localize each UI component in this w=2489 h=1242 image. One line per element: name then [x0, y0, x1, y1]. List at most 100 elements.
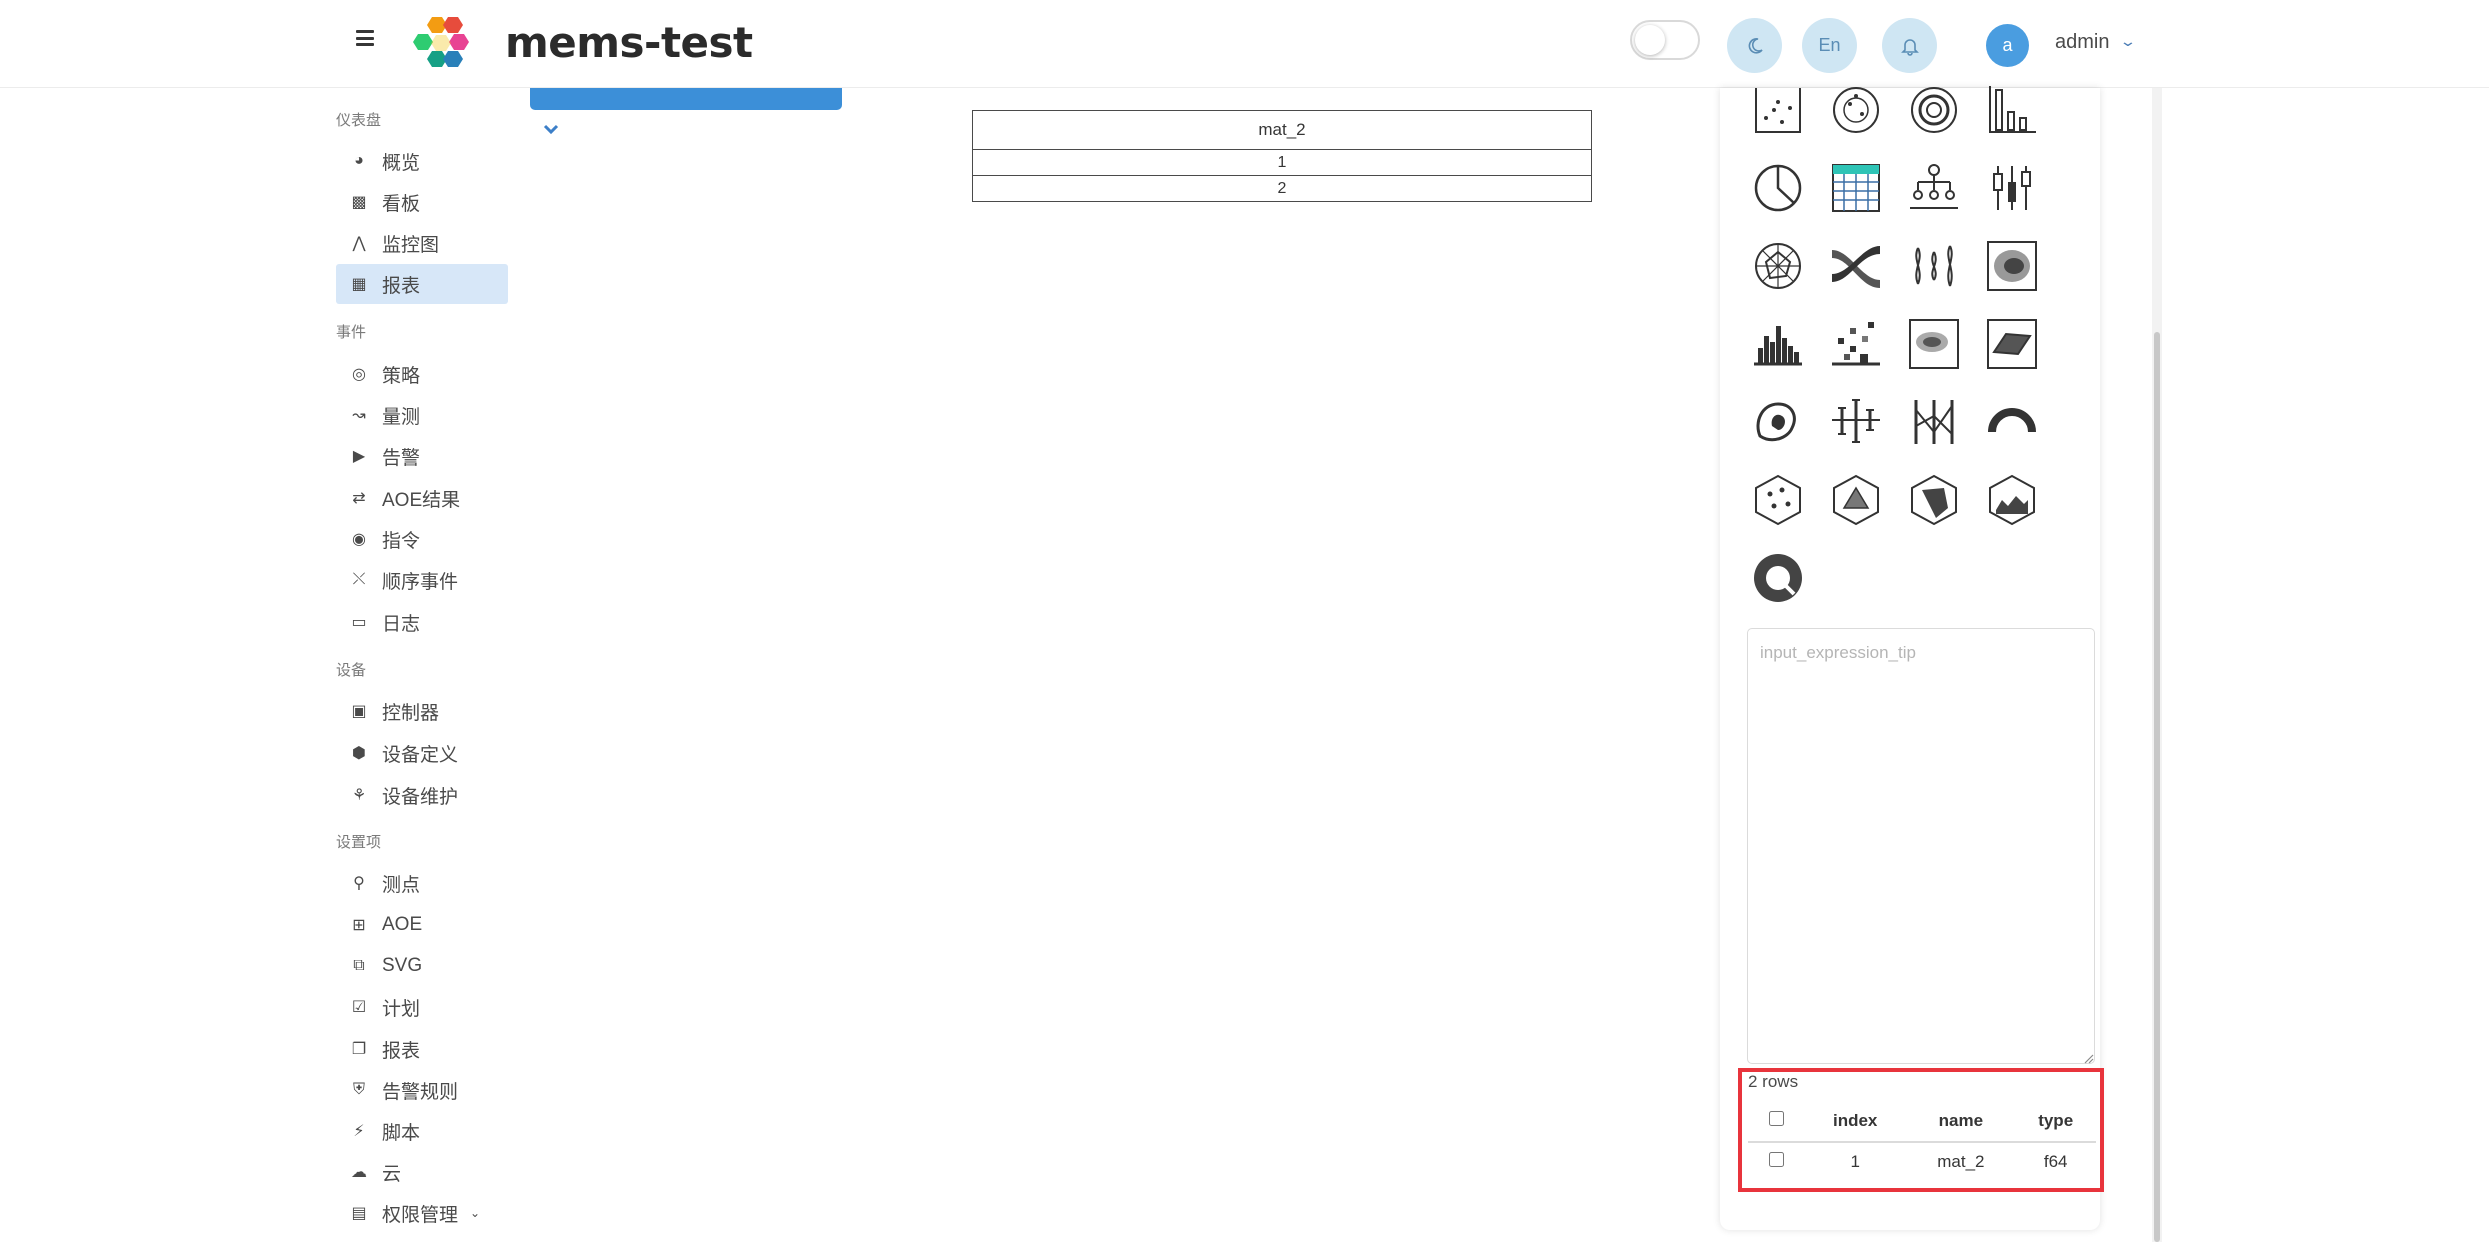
- radial-bar-icon[interactable]: [1908, 86, 1960, 138]
- candlestick-chart-icon[interactable]: [1986, 162, 2038, 214]
- violin-chart-icon[interactable]: [1908, 240, 1960, 292]
- notifications-button[interactable]: [1882, 18, 1937, 73]
- sidebar-item-monitor[interactable]: ⋀ 监控图: [336, 223, 508, 263]
- cell-index: 1: [1850, 1151, 1860, 1171]
- clone-icon: ⧉: [353, 957, 365, 974]
- tree-chart-icon[interactable]: [1908, 162, 1960, 214]
- sidebar-item-svg[interactable]: ⧉ SVG: [336, 946, 508, 986]
- table-cell: 2: [972, 175, 1592, 202]
- density-heatmap-icon[interactable]: [1986, 240, 2038, 292]
- 3d-surface-icon[interactable]: [1986, 474, 2038, 526]
- sidebar-item-label: 报表: [382, 275, 421, 297]
- row-checkbox[interactable]: [1768, 1151, 1784, 1167]
- sidebar-item-report-settings[interactable]: ❐ 报表: [336, 1029, 508, 1069]
- custom-query-icon[interactable]: [1752, 552, 1804, 604]
- radar-chart-icon[interactable]: [1752, 240, 1804, 292]
- dark-mode-button[interactable]: [1727, 18, 1782, 73]
- id-card-icon: ▤: [351, 1205, 367, 1222]
- sidebar-item-device-maintenance[interactable]: ⚘ 设备维护: [336, 775, 508, 815]
- error-bar-icon[interactable]: [1830, 396, 1882, 448]
- column-header-type[interactable]: type: [2015, 1100, 2096, 1143]
- bullhorn-icon: ▶: [352, 448, 366, 465]
- sidebar-item-board[interactable]: ▩ 看板: [336, 182, 508, 222]
- pie-chart-icon[interactable]: [1752, 162, 1804, 214]
- sidebar-item-permissions[interactable]: ▤ 权限管理 ⌄: [336, 1193, 508, 1233]
- sidebar-item-overview[interactable]: ◕ 概览: [336, 141, 508, 181]
- sitemap-icon: ⋀: [352, 235, 366, 252]
- retweet-icon: ⇄: [352, 490, 366, 507]
- sidebar-item-report[interactable]: ▦ 报表: [336, 264, 508, 304]
- sidebar-section-dashboard: 仪表盘: [336, 112, 382, 129]
- sankey-chart-icon[interactable]: [1830, 240, 1882, 292]
- cloud-icon: ☁: [351, 1164, 367, 1181]
- sidebar-item-points[interactable]: ⚲ 测点: [336, 863, 508, 903]
- app-title: mems-test: [505, 18, 753, 67]
- sidebar-item-cloud[interactable]: ☁ 云: [336, 1152, 508, 1192]
- sidebar-item-command[interactable]: ◉ 指令: [336, 519, 508, 559]
- user-menu[interactable]: admin: [2055, 31, 2109, 54]
- chevron-down-icon[interactable]: ⌄: [2119, 33, 2137, 50]
- table-chart-icon[interactable]: [1830, 162, 1882, 214]
- column-header-index[interactable]: index: [1804, 1100, 1907, 1143]
- sidebar-item-label: 日志: [382, 613, 421, 635]
- gauge-chart-icon[interactable]: [1986, 396, 2038, 448]
- sidebar-item-label: 顺序事件: [382, 571, 459, 593]
- network-icon: ⊞: [352, 917, 366, 934]
- table-row: 2: [972, 175, 1592, 202]
- blob-map-icon[interactable]: [1752, 396, 1804, 448]
- parallel-coordinates-icon[interactable]: [1908, 396, 1960, 448]
- sidebar-item-aoe[interactable]: ⊞ AOE: [336, 905, 508, 945]
- sidebar-item-alarm-rules[interactable]: ⛨ 告警规则: [336, 1070, 508, 1110]
- sidebar-item-label: 测点: [382, 874, 421, 896]
- heatmap-grid-icon[interactable]: [1830, 318, 1882, 370]
- language-button[interactable]: En: [1802, 18, 1857, 73]
- polar-scatter-icon[interactable]: [1830, 86, 1882, 138]
- sidebar-item-script[interactable]: ⚡ 脚本: [336, 1111, 508, 1151]
- sidebar-item-alarm[interactable]: ▶ 告警: [336, 436, 508, 476]
- line-chart-icon: ↝: [352, 407, 366, 424]
- cell-type: f64: [2043, 1151, 2068, 1171]
- scatter-chart-icon[interactable]: [1752, 88, 1804, 140]
- rows-count: 2 rows: [1748, 1072, 1799, 1091]
- histogram-icon[interactable]: [1752, 318, 1804, 370]
- compass-icon: ◎: [352, 366, 366, 383]
- sidebar-item-controller[interactable]: ▣ 控制器: [336, 691, 508, 731]
- sidebar-item-label: 报表: [382, 1040, 421, 1062]
- 3d-volume-icon[interactable]: [1908, 474, 1960, 526]
- select-all-checkbox[interactable]: [1768, 1110, 1784, 1126]
- sidebar-item-measure[interactable]: ↝ 量测: [336, 395, 508, 435]
- top-header: mems-test En a admin ⌄: [0, 0, 2489, 88]
- sidebar-item-sequence-events[interactable]: ⤬ 顺序事件: [336, 560, 508, 600]
- sidebar-item-label: 监控图: [382, 234, 440, 256]
- hamburger-menu-icon[interactable]: [356, 30, 374, 46]
- variables-table: index name type 1 mat_2 f64: [1748, 1100, 2096, 1180]
- table-row[interactable]: 1 mat_2 f64: [1748, 1142, 2096, 1180]
- column-header-name[interactable]: name: [1906, 1100, 2016, 1143]
- sidebar-item-plan[interactable]: ☑ 计划: [336, 987, 508, 1027]
- sidebar-item-log[interactable]: ▭ 日志: [336, 602, 508, 642]
- sidebar-item-label: 计划: [382, 998, 421, 1020]
- 3d-scatter-icon[interactable]: [1752, 474, 1804, 526]
- sidebar-item-label: 设备维护: [382, 786, 459, 808]
- resize-handle-icon[interactable]: [2082, 1052, 2094, 1064]
- sidebar-item-label: 设备定义: [382, 744, 459, 766]
- chevron-down-icon[interactable]: [542, 120, 560, 138]
- surface-plot-icon[interactable]: [1986, 318, 2038, 370]
- contour-plot-icon[interactable]: [1908, 318, 1960, 370]
- bar-chart-icon[interactable]: [1986, 86, 2038, 138]
- theme-toggle[interactable]: [1630, 20, 1700, 60]
- 3d-mesh-icon[interactable]: [1830, 474, 1882, 526]
- sidebar-item-aoe-result[interactable]: ⇄ AOE结果: [336, 478, 508, 518]
- avatar[interactable]: a: [1986, 24, 2029, 67]
- scrollbar-thumb[interactable]: [2154, 332, 2160, 1242]
- sidebar-item-device-definition[interactable]: ⬢ 设备定义: [336, 733, 508, 773]
- table-icon: ▦: [351, 276, 367, 293]
- expression-input[interactable]: [1747, 628, 2095, 1064]
- sidebar-item-strategy[interactable]: ◎ 策略: [336, 354, 508, 394]
- sidebar-item-label: 脚本: [382, 1122, 421, 1144]
- sidebar-item-label: AOE结果: [382, 489, 461, 511]
- map-pin-icon: ⚲: [353, 875, 365, 892]
- moon-icon: [1748, 37, 1763, 54]
- cubes-icon: ⚘: [351, 787, 367, 804]
- run-button[interactable]: [530, 88, 842, 110]
